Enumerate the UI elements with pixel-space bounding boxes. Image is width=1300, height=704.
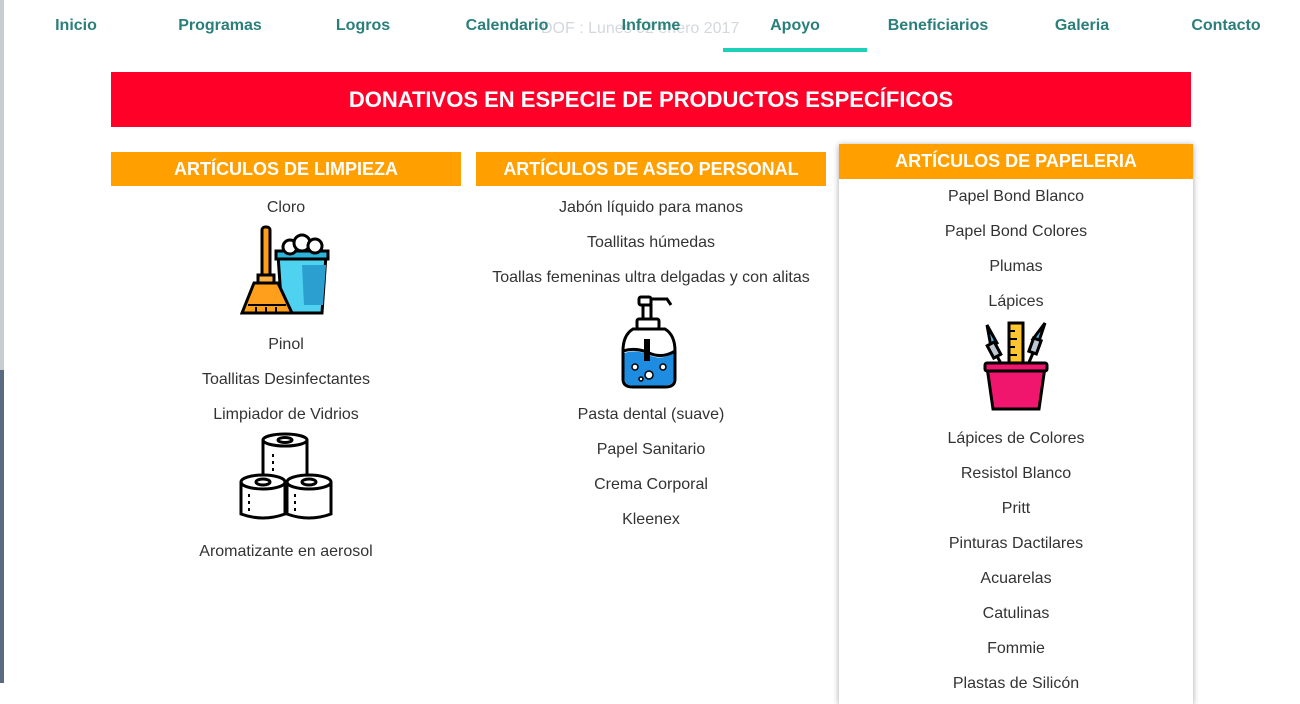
list-item: Toallitas húmedas: [586, 234, 716, 251]
list-item: Pinol: [268, 336, 304, 353]
nav-link-apoyo[interactable]: Apoyo: [723, 17, 867, 52]
column-header: ARTÍCULOS DE ASEO PERSONAL: [476, 152, 826, 186]
list-item: Limpiador de Vidrios: [213, 406, 359, 423]
banner-title: DONATIVOS EN ESPECIE DE PRODUCTOS ESPECÍ…: [348, 86, 954, 112]
window-edge: [0, 0, 4, 683]
list-item: Plumas: [989, 258, 1043, 275]
nav-link-beneficiarios[interactable]: Beneficiarios: [866, 17, 1010, 51]
page-banner: DONATIVOS EN ESPECIE DE PRODUCTOS ESPECÍ…: [111, 72, 1191, 127]
nav-link-galeria[interactable]: Galeria: [1010, 17, 1154, 51]
pencil-cup-icon: [839, 319, 1193, 421]
list-item: Catulinas: [982, 605, 1050, 622]
list-item: Pritt: [1001, 500, 1031, 517]
list-item: Pinturas Dactilares: [948, 535, 1084, 552]
top-navigation: DOF : Lunes 02 enero 2017 Inicio Program…: [4, 0, 1300, 54]
nav-link-informe[interactable]: Informe: [579, 17, 723, 51]
column-aseo-personal: ARTÍCULOS DE ASEO PERSONAL Jabón líquido…: [476, 152, 826, 537]
list-item: Resistol Blanco: [960, 465, 1072, 482]
nav-link-calendario[interactable]: Calendario: [435, 17, 579, 51]
nav-link-contacto[interactable]: Contacto: [1154, 17, 1298, 51]
list-item: Fommie: [987, 640, 1045, 657]
nav-link-programas[interactable]: Programas: [148, 17, 292, 51]
list-item: Papel Bond Colores: [944, 223, 1088, 240]
toilet-paper-rolls-icon: [111, 432, 461, 534]
list-item: Papel Sanitario: [596, 441, 706, 458]
list-item: Aromatizante en aerosol: [199, 543, 373, 560]
nav-link-logros[interactable]: Logros: [291, 17, 435, 51]
cleaning-bucket-broom-icon: [111, 225, 461, 327]
soap-dispenser-icon: [476, 295, 826, 397]
list-item: Lápices de Colores: [947, 430, 1085, 447]
list-item: Pasta dental (suave): [577, 406, 725, 423]
column-header: ARTÍCULOS DE PAPELERIA: [839, 144, 1193, 179]
list-item: Jabón líquido para manos: [558, 199, 744, 216]
nav-link-inicio[interactable]: Inicio: [4, 17, 148, 51]
list-item: Plastas de Silicón: [952, 675, 1080, 692]
list-item: Papel Bond Blanco: [947, 188, 1085, 205]
list-item: Toallas femeninas ultra delgadas y con a…: [492, 269, 810, 286]
column-header: ARTÍCULOS DE LIMPIEZA: [111, 152, 461, 186]
list-item: Lápices: [988, 293, 1044, 310]
column-limpieza: ARTÍCULOS DE LIMPIEZA Cloro Pinol Toalli…: [111, 152, 461, 569]
column-papeleria: ARTÍCULOS DE PAPELERIA Papel Bond Blanco…: [839, 144, 1193, 704]
list-item: Toallitas Desinfectantes: [201, 371, 371, 388]
list-item: Crema Corporal: [594, 476, 708, 493]
list-item: Kleenex: [622, 511, 680, 528]
list-item: Acuarelas: [980, 570, 1052, 587]
list-item: Cloro: [266, 199, 306, 216]
